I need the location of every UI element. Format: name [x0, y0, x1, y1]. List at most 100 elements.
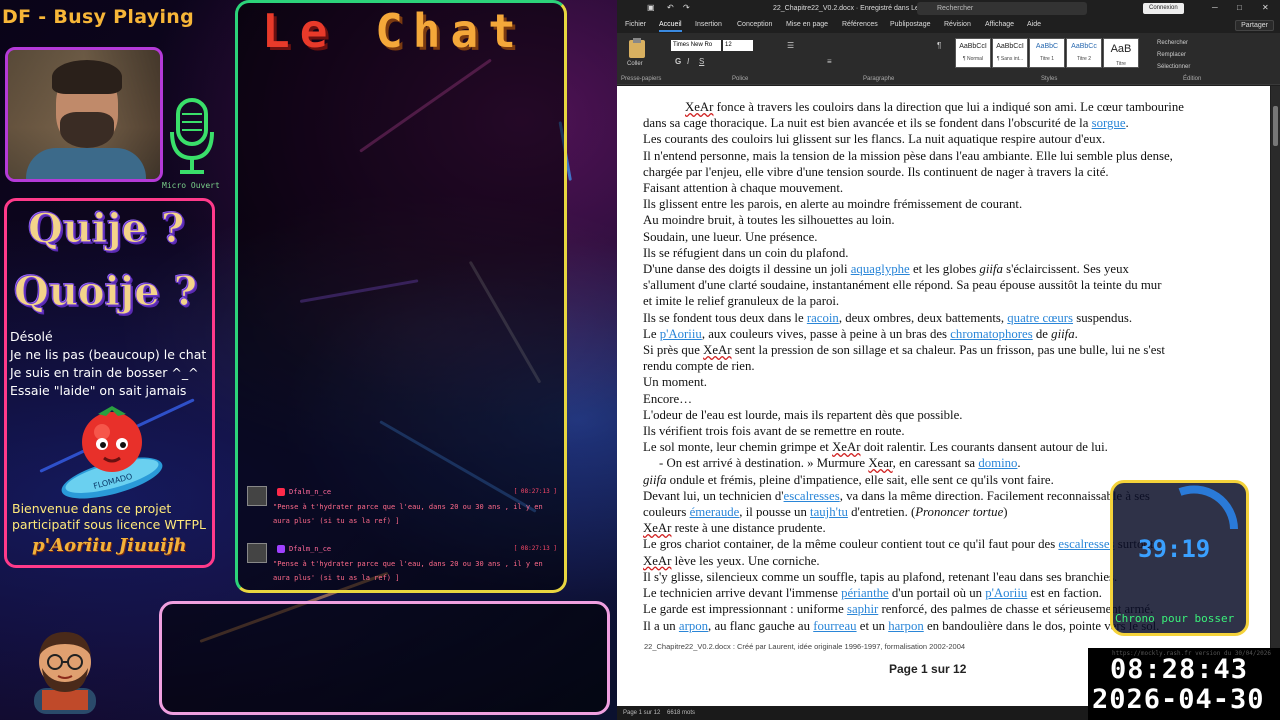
font-size-select[interactable]: 12 — [723, 40, 753, 51]
paste-label: Coller — [627, 61, 643, 67]
share-button[interactable]: Partager — [1235, 20, 1274, 31]
tab-accueil[interactable]: Accueil — [659, 21, 682, 32]
glossary-link: racoin — [806, 310, 839, 325]
search-input[interactable]: Rechercher — [917, 2, 1087, 15]
tab-conception[interactable]: Conception — [737, 21, 772, 28]
document-line[interactable]: XeAr fonce à travers les couloirs dans l… — [643, 99, 1223, 115]
tab-fichier[interactable]: Fichier — [625, 21, 646, 28]
style-titre[interactable]: AaB Titre — [1103, 38, 1139, 68]
minimize-icon[interactable]: ─ — [1212, 3, 1218, 12]
undo-icon[interactable]: ↶ — [667, 3, 674, 12]
document-line[interactable]: rendu compte de rien. — [643, 358, 1223, 374]
style-sans-interligne[interactable]: AaBbCcI ¶ Sans int... — [992, 38, 1028, 68]
align-justify-icon[interactable]: ≡ — [827, 57, 832, 66]
bullets-icon[interactable]: ☰ — [787, 41, 794, 50]
maximize-icon[interactable]: □ — [1237, 3, 1242, 12]
find-button[interactable]: Rechercher — [1157, 37, 1190, 49]
document-line[interactable]: Faisant attention à chaque mouvement. — [643, 180, 1223, 196]
pilcrow-icon[interactable]: ¶ — [937, 41, 941, 50]
glossary-link: p'Aoriiu — [985, 586, 1028, 601]
info-line: Je suis en train de bosser ^_^ — [10, 365, 199, 380]
document-line[interactable]: Au moindre bruit, à toutes les silhouett… — [643, 212, 1223, 228]
document-line[interactable]: Le sol monte, leur chemin grimpe et XeAr… — [643, 439, 1223, 455]
ribbon-tabs: Fichier Accueil Insertion Conception Mis… — [617, 19, 1280, 33]
glossary-link: taujh'tu — [810, 505, 848, 520]
glossary-link: domino — [978, 456, 1018, 471]
group-label: Presse-papiers — [621, 76, 662, 82]
tab-revision[interactable]: Révision — [944, 21, 971, 28]
style-titre-1[interactable]: AaBbC Titre 1 — [1029, 38, 1065, 68]
document-line[interactable]: s'allument d'une clarté soudaine, instan… — [643, 277, 1223, 293]
document-line[interactable]: chargée par l'enjeu, elle vibre d'une te… — [643, 164, 1223, 180]
chat-badge-icon — [277, 545, 285, 553]
redo-icon[interactable]: ↷ — [683, 3, 690, 12]
welcome-text: Bienvenue dans ce projet participatif so… — [12, 501, 206, 533]
document-line[interactable]: Ils glissent entre les parois, en alerte… — [643, 196, 1223, 212]
group-label: Styles — [1041, 76, 1058, 82]
glossary-link: fourreau — [813, 618, 857, 633]
font-name-select[interactable]: Times New Ro — [671, 40, 721, 51]
info-lines: Désolé Je ne lis pas (beaucoup) le chat … — [10, 328, 206, 400]
italic-button[interactable]: I — [687, 57, 689, 66]
mic-status-label: Micro Ouvert — [162, 181, 220, 190]
document-line[interactable]: Si près que XeAr sent la pression de son… — [643, 342, 1223, 358]
tab-affichage[interactable]: Affichage — [985, 21, 1014, 28]
document-line[interactable]: D'une danse des doigts il dessine un jol… — [643, 261, 1223, 277]
webcam-feed — [5, 47, 163, 182]
chat-title: Le Chat — [262, 4, 526, 58]
stream-overlay: DF - Busy Playing Micro Ouvert Quije ? Q… — [0, 0, 1280, 720]
glossary-link: chromatophores — [950, 326, 1033, 341]
save-icon[interactable]: ▣ — [647, 3, 655, 12]
document-line[interactable]: L'odeur de l'eau est lourde, mais ils re… — [643, 407, 1223, 423]
glossary-link: saphir — [846, 602, 879, 617]
document-line[interactable]: Un moment. — [643, 374, 1223, 390]
editing-group: Rechercher Remplacer Sélectionner — [1157, 37, 1190, 73]
paste-icon[interactable] — [627, 37, 647, 59]
document-line[interactable]: Soudain, une lueur. Une présence. — [643, 229, 1223, 245]
group-label: Paragraphe — [863, 76, 895, 82]
select-button[interactable]: Sélectionner — [1157, 61, 1190, 73]
document-line[interactable]: et imite le relief granuleux de la paroi… — [643, 293, 1223, 309]
tomato-mascot-icon: FLOMADO — [61, 406, 163, 499]
style-normal[interactable]: AaBbCcI ¶ Normal — [955, 38, 991, 68]
tab-references[interactable]: Références — [842, 21, 878, 28]
document-line[interactable]: Le p'Aoriiu, aux couleurs vives, passe à… — [643, 326, 1223, 342]
document-line[interactable]: - On est arrivé à destination. » Murmure… — [643, 455, 1223, 471]
chat-username: Dfalm_n_ce — [289, 488, 332, 496]
chrono-label: Chrono pour bosser — [1115, 612, 1235, 625]
document-line[interactable]: Les courants des couloirs lui glissent s… — [643, 131, 1223, 147]
status-words[interactable]: 6618 mots — [667, 710, 695, 716]
stream-title: DF - Busy Playing — [2, 6, 194, 28]
welcome-line-2: participatif sous licence WTFPL — [12, 517, 207, 532]
vertical-scrollbar[interactable] — [1271, 86, 1280, 706]
glossary-link: harpon — [888, 618, 924, 633]
tab-insertion[interactable]: Insertion — [695, 21, 722, 28]
word-titlebar: ▣ ↶ ↷ 22_Chapitre22_V0.2.docx · Enregist… — [617, 0, 1280, 18]
welcome-line-1: Bienvenue dans ce projet — [12, 501, 172, 516]
status-page[interactable]: Page 1 sur 12 — [623, 710, 660, 716]
document-line[interactable]: Il n'entend personne, mais la tension de… — [643, 148, 1223, 164]
document-line[interactable]: Ils se fondent tous deux dans le racoin,… — [643, 310, 1223, 326]
document-line[interactable]: Ils se réfugient dans un coin du plafond… — [643, 245, 1223, 261]
close-icon[interactable]: ✕ — [1262, 3, 1269, 12]
glossary-link: aquaglyphe — [850, 262, 910, 277]
tab-mise-en-page[interactable]: Mise en page — [786, 21, 828, 28]
microphone-icon — [170, 98, 214, 174]
clock-date: 2026-04-30 — [1092, 684, 1265, 715]
chat-text: "Pense à t'hydrater parce que l'eau, dan… — [273, 560, 543, 582]
document-line[interactable]: Ils vérifient trois fois avant de se rem… — [643, 423, 1223, 439]
page-number: Page 1 sur 12 — [889, 662, 967, 676]
chat-avatar — [247, 543, 267, 563]
style-titre-2[interactable]: AaBbCc Titre 2 — [1066, 38, 1102, 68]
bold-button[interactable]: G — [675, 57, 681, 66]
document-line[interactable]: dans sa cage thoracique. La nuit est bie… — [643, 115, 1223, 131]
tab-publipostage[interactable]: Publipostage — [890, 21, 930, 28]
chat-avatar — [247, 486, 267, 506]
tab-aide[interactable]: Aide — [1027, 21, 1041, 28]
info-heading-2: Quoije ? — [13, 268, 198, 316]
document-line[interactable]: Encore… — [643, 391, 1223, 407]
replace-button[interactable]: Remplacer — [1157, 49, 1190, 61]
underline-button[interactable]: S — [699, 57, 704, 66]
chat-timestamp: [ 08:27:13 ] — [513, 488, 557, 495]
connect-button[interactable]: Connexion — [1143, 3, 1184, 14]
